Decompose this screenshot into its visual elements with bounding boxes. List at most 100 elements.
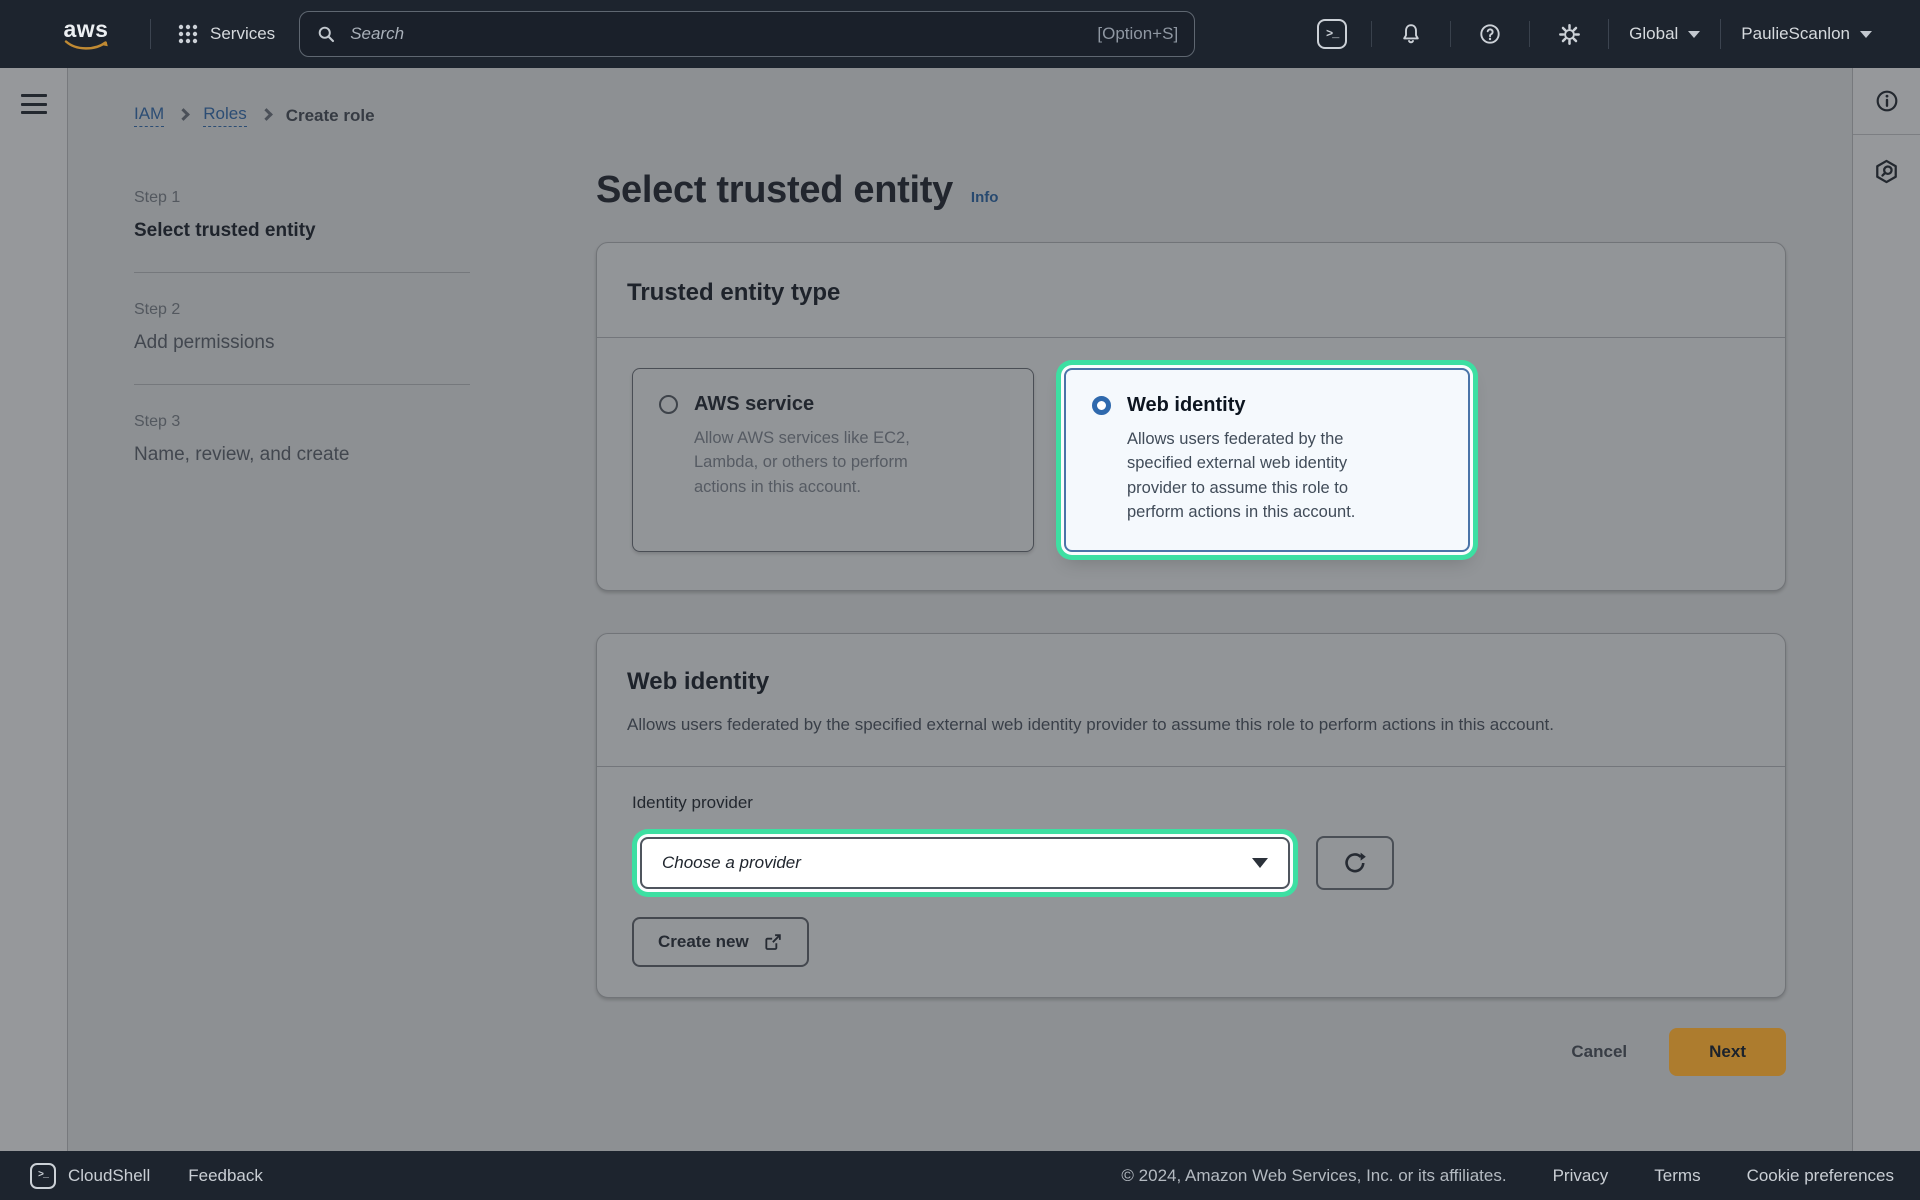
- chevron-right-icon: [260, 108, 273, 121]
- cloudshell-button[interactable]: >_: [1310, 12, 1354, 56]
- option-title: AWS service: [694, 393, 814, 416]
- caret-down-icon: [1688, 31, 1700, 38]
- feedback-link[interactable]: Feedback: [188, 1166, 263, 1186]
- option-head: Web identity: [1092, 394, 1446, 417]
- breadcrumb: IAM Roles Create role: [134, 104, 1852, 127]
- card-header: Trusted entity type: [597, 243, 1785, 337]
- resources-panel-button[interactable]: [1853, 135, 1920, 207]
- step-title: Name, review, and create: [134, 444, 470, 466]
- settings-button[interactable]: [1547, 12, 1591, 56]
- radio-selected-icon[interactable]: [1092, 396, 1111, 415]
- info-link[interactable]: Info: [971, 189, 999, 206]
- page-title-row: Select trusted entity Info: [596, 169, 1786, 212]
- option-description: Allow AWS services like EC2, Lambda, or …: [694, 426, 934, 499]
- breadcrumb-link-roles[interactable]: Roles: [203, 104, 246, 127]
- step-label: Step 1: [134, 189, 470, 207]
- step-item-1: Step 1 Select trusted entity: [134, 189, 470, 273]
- bell-icon: [1399, 22, 1423, 46]
- next-button[interactable]: Next: [1669, 1028, 1786, 1076]
- nav-divider: [150, 19, 151, 49]
- web-identity-card: Web identity Allows users federated by t…: [596, 633, 1786, 998]
- entity-type-options: AWS service Allow AWS services like EC2,…: [597, 338, 1785, 590]
- help-button[interactable]: [1468, 12, 1512, 56]
- cancel-button[interactable]: Cancel: [1571, 1042, 1627, 1062]
- page-title: Select trusted entity: [596, 169, 953, 212]
- nav-divider: [1450, 21, 1451, 47]
- refresh-providers-button[interactable]: [1316, 836, 1394, 890]
- question-circle-icon: [1478, 22, 1502, 46]
- card-header: Web identity Allows users federated by t…: [597, 634, 1785, 766]
- search-icon: [316, 24, 337, 45]
- nav-divider: [1608, 19, 1609, 49]
- account-label: PaulieScanlon: [1741, 24, 1850, 44]
- cloudshell-footer-button[interactable]: >_ CloudShell: [30, 1163, 150, 1189]
- identity-provider-section: Identity provider Choose a provider: [597, 767, 1785, 997]
- caret-down-icon: [1860, 31, 1872, 38]
- identity-provider-select[interactable]: Choose a provider: [640, 837, 1290, 889]
- step-title: Select trusted entity: [134, 220, 470, 242]
- option-aws-service[interactable]: AWS service Allow AWS services like EC2,…: [632, 368, 1034, 552]
- identity-provider-label: Identity provider: [632, 793, 1750, 813]
- terminal-icon: >_: [1317, 19, 1347, 49]
- provider-select-row: Choose a provider: [632, 827, 1750, 899]
- create-new-provider-button[interactable]: Create new: [632, 917, 809, 967]
- terms-link[interactable]: Terms: [1654, 1166, 1700, 1186]
- search-input[interactable]: [350, 24, 1097, 44]
- copyright-text: © 2024, Amazon Web Services, Inc. or its…: [1121, 1166, 1506, 1186]
- hexagon-magnifier-icon: [1873, 158, 1900, 185]
- nav-divider: [1720, 19, 1721, 49]
- terminal-icon: >_: [30, 1163, 56, 1189]
- notifications-button[interactable]: [1389, 12, 1433, 56]
- menu-hamburger-icon[interactable]: [21, 94, 47, 114]
- chevron-right-icon: [177, 108, 190, 121]
- wizard-actions: Cancel Next: [596, 1028, 1786, 1076]
- info-panel-button[interactable]: [1853, 68, 1920, 135]
- select-value: Choose a provider: [662, 853, 1252, 873]
- console-footer: >_ CloudShell Feedback © 2024, Amazon We…: [0, 1151, 1920, 1200]
- step-item-3: Step 3 Name, review, and create: [134, 413, 470, 496]
- cloudshell-label: CloudShell: [68, 1166, 150, 1186]
- breadcrumb-current: Create role: [286, 106, 375, 126]
- step-title: Add permissions: [134, 332, 470, 354]
- aws-logo[interactable]: aws: [62, 18, 110, 51]
- footer-right-group: © 2024, Amazon Web Services, Inc. or its…: [1121, 1166, 1894, 1186]
- external-link-icon: [763, 932, 783, 952]
- navbar-right-group: >_: [1293, 12, 1892, 56]
- top-navbar: aws Services [Option+S] >_: [0, 0, 1920, 68]
- services-menu-button[interactable]: Services: [177, 23, 275, 45]
- option-head: AWS service: [659, 393, 1011, 416]
- aws-logo-text: aws: [64, 18, 109, 40]
- right-panel-rail: [1852, 68, 1920, 1151]
- option-title: Web identity: [1127, 394, 1246, 417]
- card-title: Trusted entity type: [627, 279, 1755, 307]
- step-label: Step 2: [134, 301, 470, 319]
- trusted-entity-type-card: Trusted entity type AWS service Allow AW…: [596, 242, 1786, 591]
- main-content: IAM Roles Create role Step 1 Select trus…: [68, 68, 1852, 1151]
- nav-divider: [1371, 21, 1372, 47]
- caret-down-icon: [1252, 858, 1268, 868]
- search-shortcut-hint: [Option+S]: [1097, 24, 1178, 44]
- step-item-2: Step 2 Add permissions: [134, 301, 470, 385]
- breadcrumb-link-iam[interactable]: IAM: [134, 104, 164, 127]
- privacy-link[interactable]: Privacy: [1553, 1166, 1609, 1186]
- step-label: Step 3: [134, 413, 470, 431]
- steps-sidebar: Step 1 Select trusted entity Step 2 Add …: [134, 157, 470, 1076]
- region-selector[interactable]: Global: [1629, 24, 1700, 44]
- gear-icon: [1558, 23, 1581, 46]
- option-description: Allows users federated by the specified …: [1127, 427, 1385, 525]
- option-web-identity[interactable]: Web identity Allows users federated by t…: [1064, 368, 1470, 552]
- info-circle-icon: [1874, 88, 1900, 114]
- nav-divider: [1529, 21, 1530, 47]
- radio-unselected-icon[interactable]: [659, 395, 678, 414]
- account-menu[interactable]: PaulieScanlon: [1741, 24, 1872, 44]
- page-layout: Step 1 Select trusted entity Step 2 Add …: [134, 157, 1852, 1076]
- region-label: Global: [1629, 24, 1678, 44]
- aws-smile-icon: [64, 40, 108, 51]
- footer-left-group: >_ CloudShell Feedback: [30, 1163, 263, 1189]
- card-title: Web identity: [627, 668, 1755, 696]
- global-search[interactable]: [Option+S]: [299, 11, 1195, 57]
- cookie-preferences-link[interactable]: Cookie preferences: [1747, 1166, 1894, 1186]
- refresh-icon: [1342, 850, 1368, 876]
- left-nav-rail: [0, 68, 68, 1151]
- main-column: Select trusted entity Info Trusted entit…: [596, 157, 1786, 1076]
